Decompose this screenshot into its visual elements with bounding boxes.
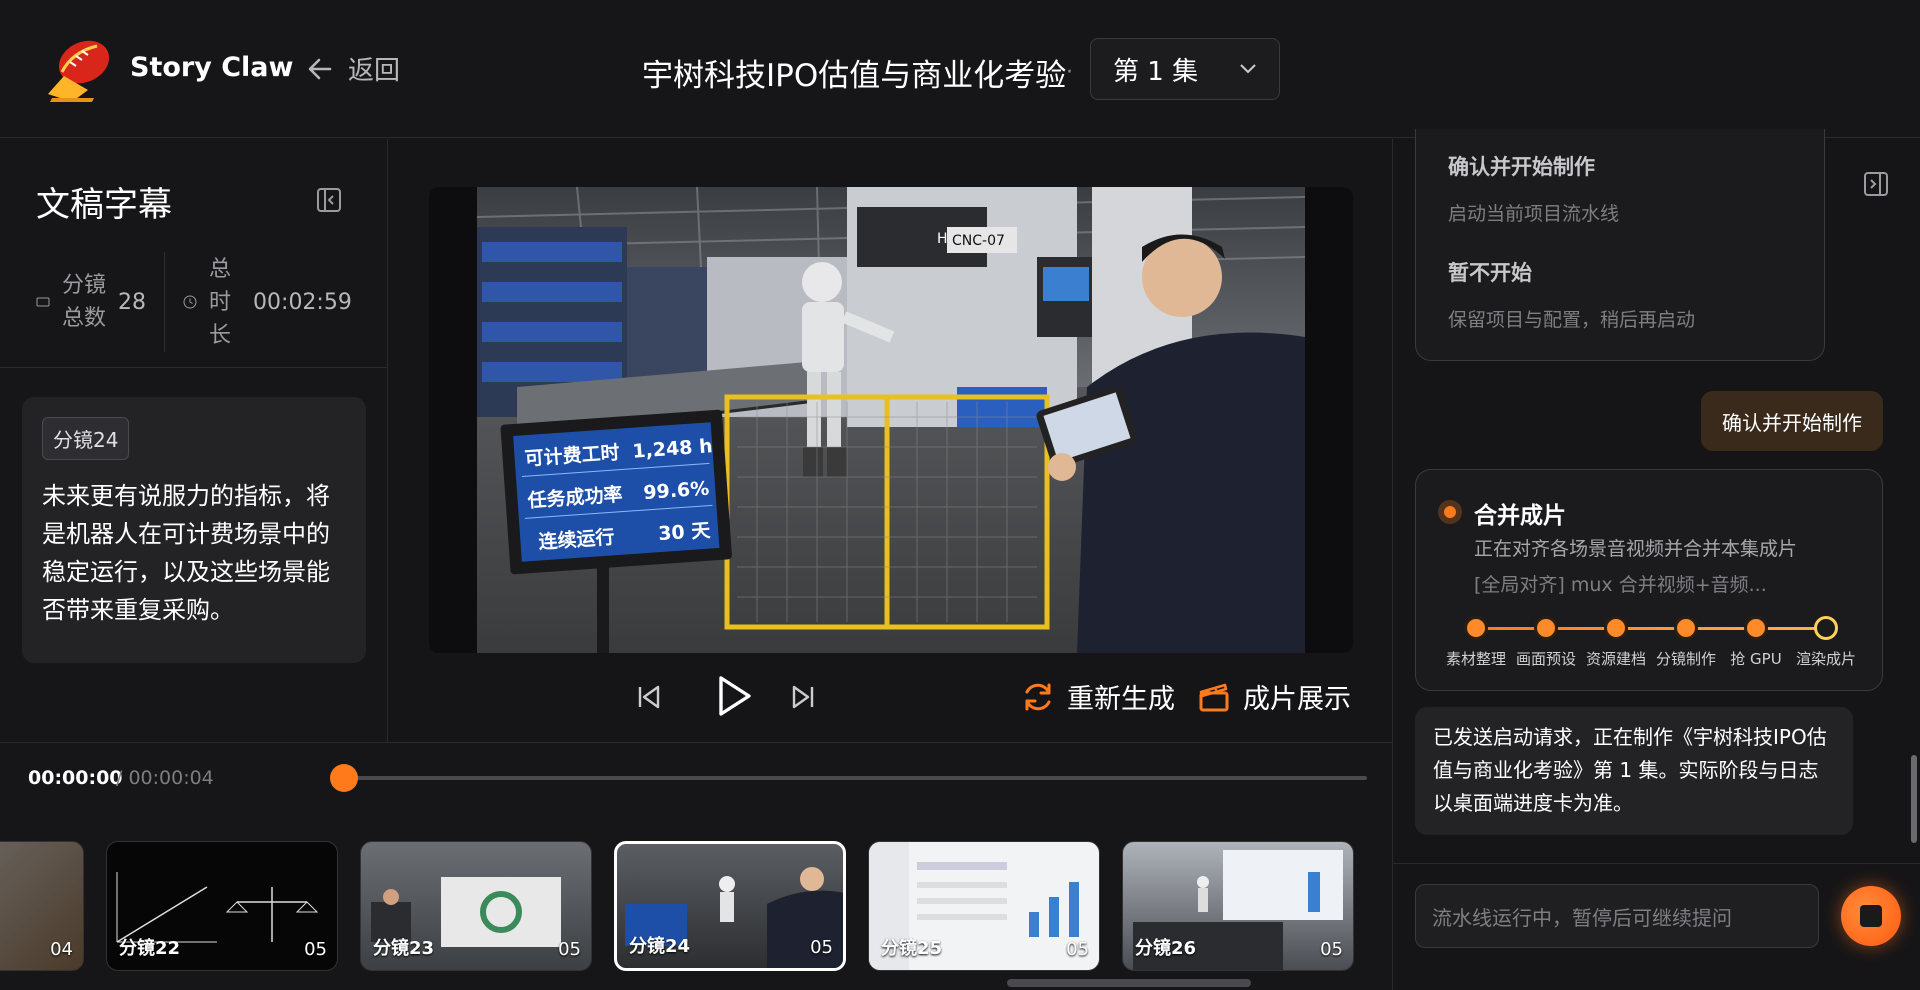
- sign-line2-value: 99.6%: [643, 478, 710, 505]
- shot-thumb-selected[interactable]: 分镜24 05: [614, 841, 846, 971]
- clapperboard-icon: [1199, 683, 1229, 711]
- subtitle-card[interactable]: 分镜24 未来更有说服力的指标，将是机器人在可计费场景中的稳定运行，以及这些场景…: [22, 397, 366, 663]
- user-message-bubble: 确认并开始制作: [1701, 391, 1883, 451]
- rectangle-icon: [36, 297, 50, 307]
- collapse-panel-icon[interactable]: [316, 187, 342, 213]
- shot-thumb[interactable]: 分镜26 05: [1122, 841, 1354, 971]
- step-item: 画面预设: [1510, 614, 1582, 669]
- vertical-scrollbar[interactable]: [1911, 755, 1917, 843]
- stop-button[interactable]: [1841, 886, 1901, 946]
- skip-previous-icon[interactable]: [635, 683, 663, 711]
- top-bar: Story Claw 返回 宇树科技IPO估值与商业化考验 · 第 1 集: [0, 0, 1920, 138]
- shot-strip: 04 分镜22 05 分镜23 05 分镜24 05 分镜25 05 分镜26 …: [0, 841, 1392, 973]
- shot-thumb-duration: 05: [1320, 939, 1343, 960]
- option-later-title[interactable]: 暂不开始: [1448, 257, 1532, 287]
- step-item: 分镜制作: [1650, 614, 1722, 669]
- progress-title: 合并成片: [1474, 503, 1566, 529]
- stats-row: 分镜 总数 28 总 时 长 00:02:59: [36, 237, 366, 367]
- video-player[interactable]: HAAS CNC-07: [429, 187, 1353, 653]
- shot-thumb-name: 分镜26: [1135, 938, 1197, 959]
- current-time: 00:00:00: [28, 767, 123, 789]
- chat-panel: 确认并开始制作 启动当前项目流水线 暂不开始 保留项目与配置，稍后再启动 确认并…: [1392, 129, 1920, 990]
- shot-thumb-name: 分镜24: [629, 936, 691, 957]
- total-time: / 00:00:04: [116, 767, 214, 789]
- shot-thumb-duration: 05: [810, 937, 833, 958]
- step-item: 素材整理: [1440, 614, 1512, 669]
- skip-next-icon[interactable]: [789, 683, 817, 711]
- shot-tag: 分镜24: [42, 417, 130, 460]
- chevron-down-icon: [1240, 64, 1256, 74]
- machine-label: CNC-07: [952, 233, 1005, 249]
- player-controls: 重新生成 成片展示: [389, 663, 1392, 733]
- shot-count-label: 分镜 总数: [62, 273, 107, 331]
- shot-thumb[interactable]: 分镜25 05: [868, 841, 1100, 971]
- timeline: 00:00:00 / 00:00:04 04 分镜22 05 分镜23 05 分…: [0, 742, 1392, 990]
- duration-label: 总 时 长: [209, 256, 232, 348]
- progress-steps: 素材整理 画面预设 资源建档 分镜制作 抢 GPU 渲染成片: [1434, 614, 1866, 674]
- back-button[interactable]: 返回: [306, 50, 400, 87]
- regenerate-label: 重新生成: [1067, 684, 1175, 715]
- shot-thumb-duration: 05: [1066, 939, 1089, 960]
- showcase-button[interactable]: 成片展示: [1197, 677, 1351, 716]
- shot-thumb-duration: 04: [50, 939, 73, 960]
- shot-count-value: 28: [118, 289, 147, 315]
- title-separator: ·: [1066, 60, 1073, 85]
- step-item: 资源建档: [1580, 614, 1652, 669]
- stop-icon: [1860, 905, 1882, 927]
- scrubber-track[interactable]: [345, 776, 1367, 780]
- step-label: 渲染成片: [1795, 650, 1856, 668]
- shot-thumb[interactable]: 04: [0, 841, 84, 971]
- collapse-chat-icon[interactable]: [1863, 171, 1889, 197]
- chat-input-area: 流水线运行中，暂停后可继续提问: [1393, 863, 1920, 990]
- stats-divider: [164, 252, 166, 352]
- shot-thumb[interactable]: 分镜22 05: [106, 841, 338, 971]
- video-frame-image: HAAS CNC-07: [477, 187, 1305, 653]
- shot-thumb-name: 分镜23: [373, 938, 435, 959]
- shot-thumb[interactable]: 分镜23 05: [360, 841, 592, 971]
- status-dot-icon: [1438, 500, 1462, 524]
- play-icon[interactable]: [711, 673, 757, 719]
- episode-value: 第 1 集: [1113, 56, 1199, 87]
- arrow-left-icon: [308, 58, 332, 79]
- back-label: 返回: [348, 56, 401, 86]
- divider: [0, 367, 388, 368]
- panel-heading: 文稿字幕: [36, 185, 172, 225]
- factory-scene-illustration: HAAS CNC-07: [477, 187, 1305, 653]
- brand-name: Story Claw: [130, 52, 294, 83]
- scrubber-knob[interactable]: [330, 764, 358, 792]
- showcase-label: 成片展示: [1243, 684, 1351, 715]
- shot-thumb-name: 分镜25: [881, 938, 943, 959]
- progress-subtitle: 正在对齐各场景音视频并合并本集成片: [1474, 538, 1798, 560]
- script-panel: 文稿字幕 分镜 总数 28 总 时 长 00:02:59 分镜24 未来更有说服…: [0, 139, 388, 742]
- refresh-icon: [1025, 683, 1051, 710]
- option-later-desc: 保留项目与配置，稍后再启动: [1448, 309, 1696, 331]
- option-confirm-desc: 启动当前项目流水线: [1448, 203, 1620, 225]
- shot-thumb-duration: 05: [304, 939, 327, 960]
- subtitle-text: 未来更有说服力的指标，将是机器人在可计费场景中的稳定运行，以及这些场景能否带来重…: [42, 482, 330, 624]
- choice-options: 确认并开始制作 启动当前项目流水线 暂不开始 保留项目与配置，稍后再启动: [1415, 129, 1825, 361]
- shot-count-stat: 分镜 总数 28: [36, 269, 146, 335]
- duration-value: 00:02:59: [253, 289, 352, 315]
- step-item-current: 渲染成片: [1790, 614, 1862, 669]
- pipeline-progress-card: 合并成片 正在对齐各场景音视频并合并本集成片 [全局对齐] mux 合并视频+音…: [1415, 469, 1883, 691]
- sign-line3-value: 30 天: [658, 519, 712, 545]
- project-title: 宇树科技IPO估值与商业化考验: [642, 58, 1067, 94]
- progress-log: [全局对齐] mux 合并视频+音频...: [1474, 574, 1767, 596]
- chat-input[interactable]: 流水线运行中，暂停后可继续提问: [1415, 884, 1819, 948]
- shot-thumb-duration: 05: [558, 939, 581, 960]
- assistant-message-bubble: 已发送启动请求，正在制作《宇树科技IPO估值与商业化考验》第 1 集。实际阶段与…: [1415, 707, 1853, 835]
- clock-icon: [183, 295, 197, 309]
- episode-select[interactable]: 第 1 集: [1090, 38, 1280, 100]
- duration-stat: 总 时 长 00:02:59: [183, 253, 352, 352]
- option-confirm-title[interactable]: 确认并开始制作: [1448, 151, 1595, 181]
- preview-area: HAAS CNC-07: [389, 139, 1392, 742]
- shot-thumb-name: 分镜22: [119, 938, 181, 959]
- horizontal-scrollbar[interactable]: [1007, 979, 1251, 987]
- step-item: 抢 GPU: [1720, 614, 1792, 669]
- app-logo-icon: [48, 40, 110, 102]
- regenerate-button[interactable]: 重新生成: [1021, 677, 1175, 716]
